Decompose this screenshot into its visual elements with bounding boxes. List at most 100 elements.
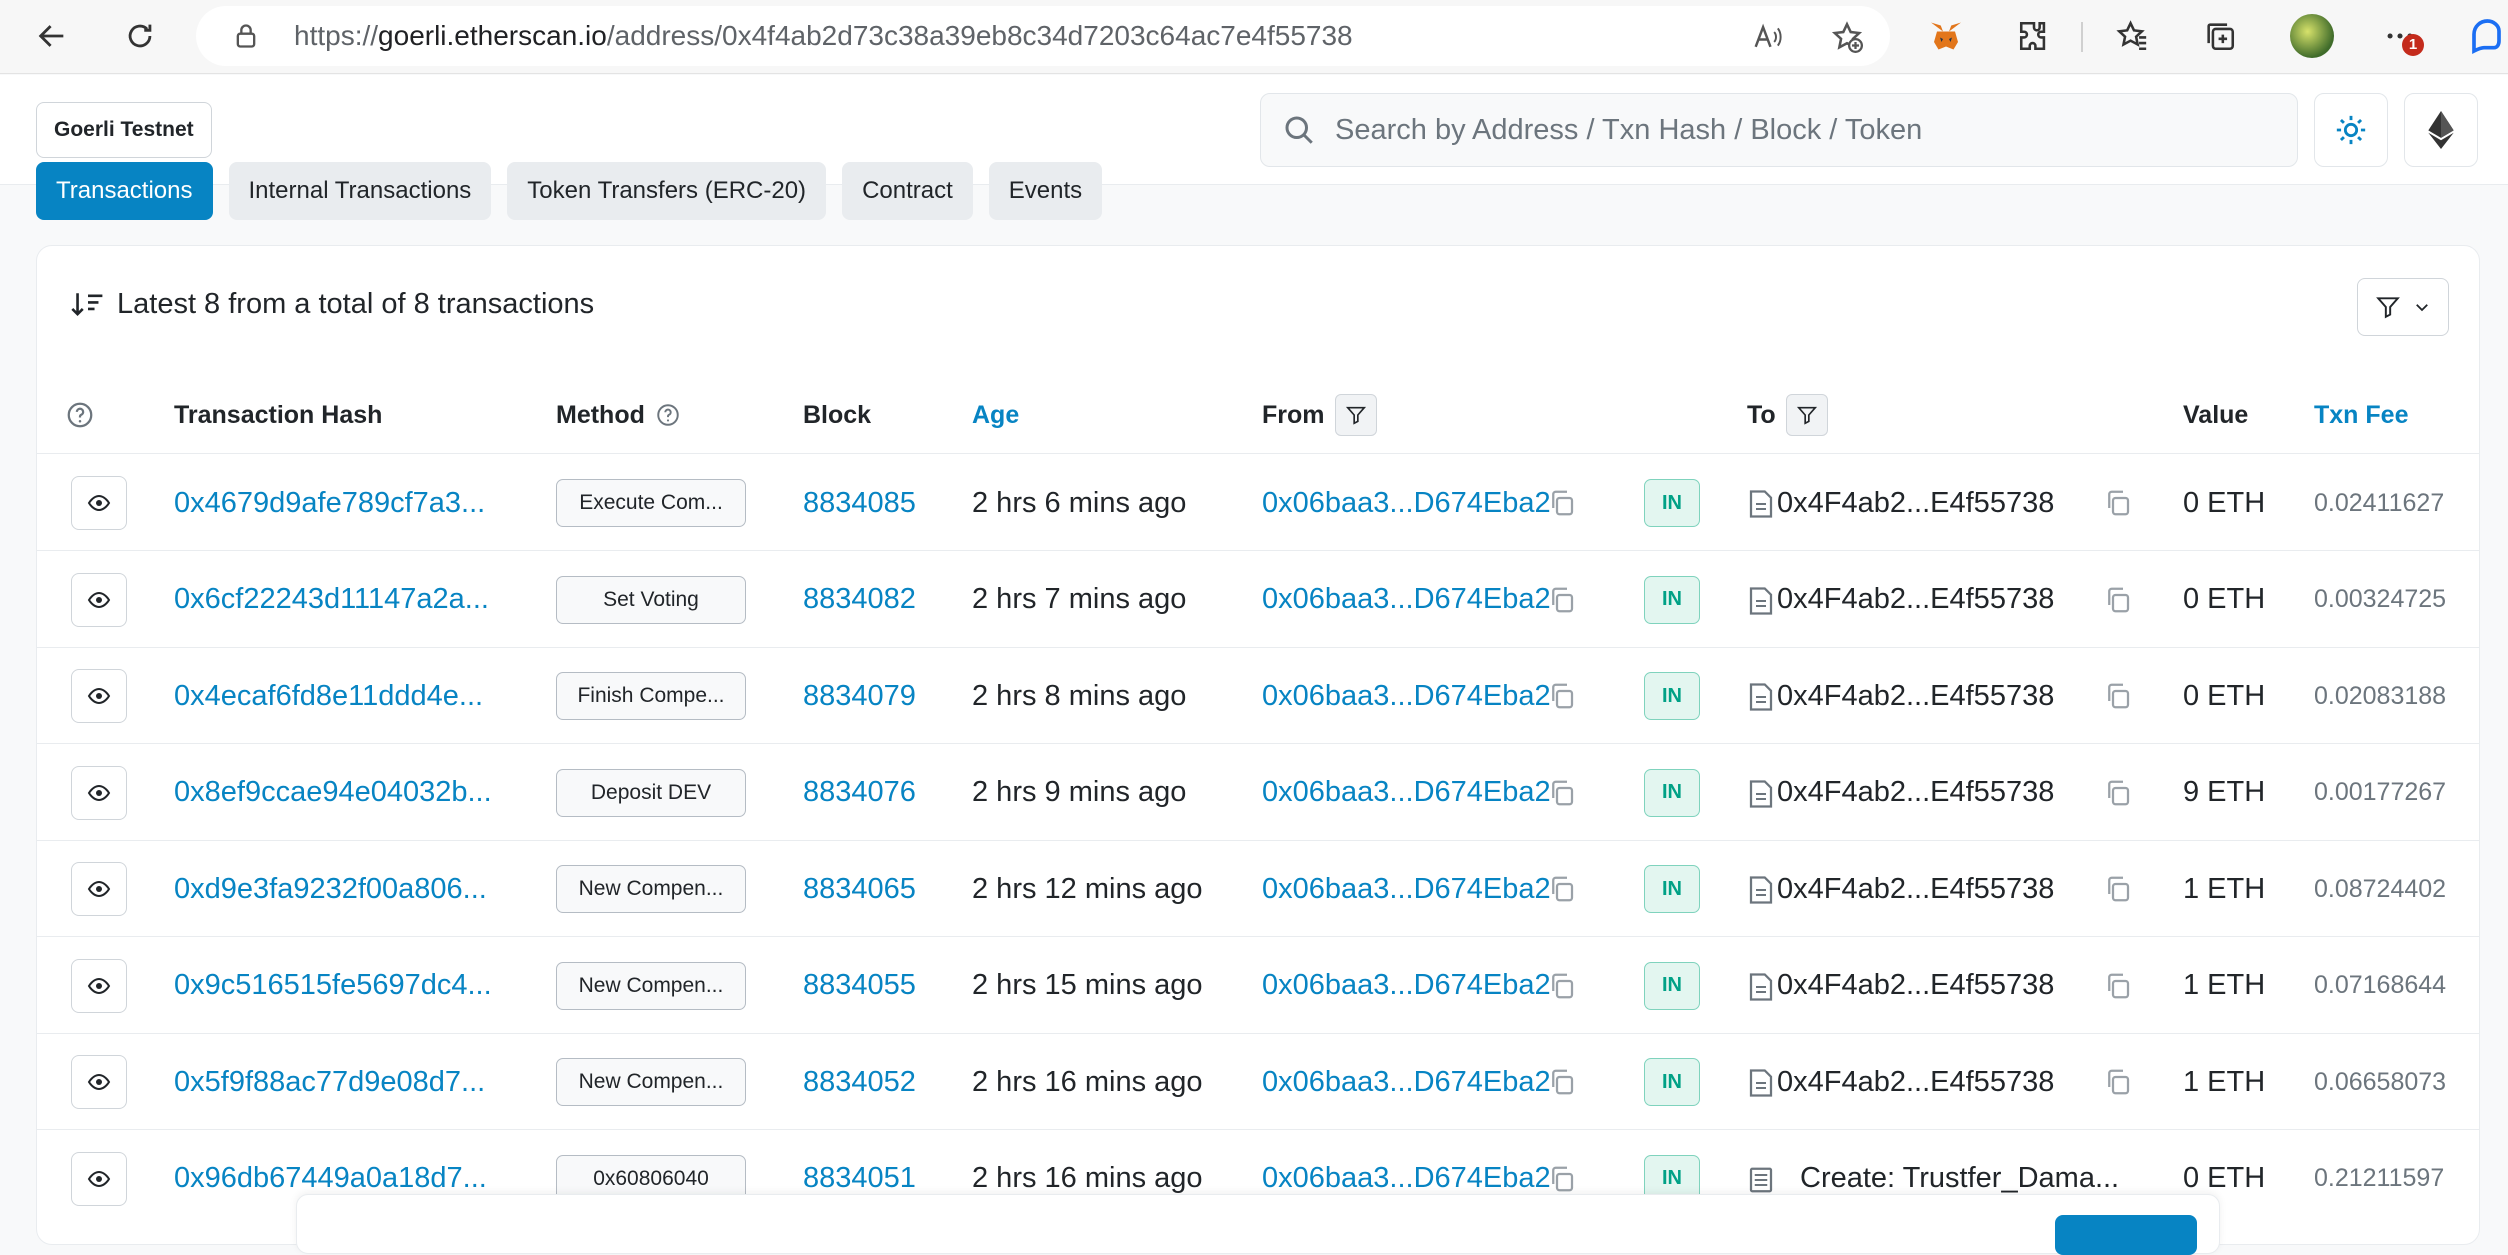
sort-icon: [71, 292, 103, 316]
to-address[interactable]: 0x4F4ab2...E4f55738: [1777, 841, 2054, 937]
from-address-link[interactable]: 0x06baa3...D674Eba2: [1262, 1034, 1551, 1130]
transaction-age: 2 hrs 6 mins ago: [972, 486, 1187, 519]
search-icon: [1285, 116, 1313, 144]
view-details-button[interactable]: [71, 476, 127, 530]
extensions-icon[interactable]: [2006, 10, 2062, 62]
transaction-hash-link[interactable]: 0xd9e3fa9232f00a806...: [174, 841, 487, 937]
ethereum-network-button[interactable]: [2404, 93, 2478, 167]
collections-icon[interactable]: [2192, 10, 2248, 62]
direction-badge: IN: [1644, 1058, 1700, 1106]
tab-contract[interactable]: Contract: [842, 162, 973, 220]
eye-icon: [87, 687, 111, 705]
read-aloud-icon[interactable]: [1752, 22, 1784, 52]
tab-events[interactable]: Events: [988, 162, 1103, 220]
table-row: 0x4679d9afe789cf7a3... Execute Com... 88…: [37, 455, 2479, 551]
copy-icon[interactable]: [1547, 971, 1577, 1001]
copy-icon[interactable]: [2103, 778, 2133, 808]
back-button[interactable]: [24, 10, 80, 62]
block-number-link[interactable]: 8834079: [803, 648, 916, 744]
copy-icon[interactable]: [2103, 488, 2133, 518]
reload-button[interactable]: [112, 10, 168, 62]
transaction-hash-link[interactable]: 0x5f9f88ac77d9e08d7...: [174, 1034, 485, 1130]
tab-token-transfers[interactable]: Token Transfers (ERC-20): [507, 162, 827, 220]
chevron-down-icon: [2416, 304, 2428, 312]
transaction-age: 2 hrs 16 mins ago: [972, 1065, 1203, 1098]
view-details-button[interactable]: [71, 1151, 127, 1206]
eye-icon: [87, 591, 111, 608]
copy-icon[interactable]: [1547, 778, 1577, 808]
from-address-link[interactable]: 0x06baa3...D674Eba2: [1262, 841, 1551, 937]
from-address-link[interactable]: 0x06baa3...D674Eba2: [1262, 455, 1551, 551]
copy-icon[interactable]: [1547, 874, 1577, 904]
tab-transactions[interactable]: Transactions: [36, 162, 213, 220]
view-details-button[interactable]: [71, 572, 127, 627]
copy-icon[interactable]: [2103, 874, 2133, 904]
to-address[interactable]: 0x4F4ab2...E4f55738: [1777, 648, 2054, 744]
direction-badge: IN: [1644, 672, 1700, 720]
from-filter-button[interactable]: [1334, 394, 1377, 436]
transaction-hash-link[interactable]: 0x9c516515fe5697dc4...: [174, 938, 492, 1034]
ethereum-icon: [2428, 111, 2454, 149]
block-number-link[interactable]: 8834065: [803, 841, 916, 937]
from-address-link[interactable]: 0x06baa3...D674Eba2: [1262, 552, 1551, 648]
transaction-hash-link[interactable]: 0x4ecaf6fd8e11ddd4e...: [174, 648, 483, 744]
copy-icon[interactable]: [2103, 585, 2133, 615]
transaction-hash-link[interactable]: 0x8ef9ccae94e04032b...: [174, 745, 492, 841]
view-details-button[interactable]: [71, 958, 127, 1013]
block-number-link[interactable]: 8834055: [803, 938, 916, 1034]
from-address-link[interactable]: 0x06baa3...D674Eba2: [1262, 648, 1551, 744]
transactions-summary: Latest 8 from a total of 8 transactions: [71, 288, 594, 321]
contract-file-icon: [1749, 876, 1773, 904]
network-selector[interactable]: Goerli Testnet: [36, 102, 212, 158]
copy-icon[interactable]: [1547, 681, 1577, 711]
more-menu-icon[interactable]: 1: [2372, 10, 2428, 62]
to-filter-button[interactable]: [1785, 394, 1828, 436]
favorites-icon[interactable]: [2104, 10, 2160, 62]
copy-icon[interactable]: [2103, 681, 2133, 711]
contract-file-icon: [1749, 586, 1773, 615]
eye-icon: [87, 880, 111, 898]
copy-icon[interactable]: [1547, 1067, 1577, 1097]
copy-icon[interactable]: [1547, 585, 1577, 615]
metamask-extension-icon[interactable]: [1918, 10, 1974, 62]
direction-badge: IN: [1644, 575, 1700, 624]
from-address-link[interactable]: 0x06baa3...D674Eba2: [1262, 745, 1551, 841]
column-header-age[interactable]: Age: [972, 376, 1019, 454]
view-details-button[interactable]: [71, 862, 127, 916]
block-number-link[interactable]: 8834076: [803, 745, 916, 841]
copilot-icon[interactable]: [2460, 10, 2508, 62]
add-favorite-icon[interactable]: [1830, 20, 1864, 54]
view-details-button[interactable]: [71, 765, 127, 820]
from-address-link[interactable]: 0x06baa3...D674Eba2: [1262, 938, 1551, 1034]
direction-badge: IN: [1644, 961, 1700, 1010]
direction-badge: IN: [1644, 865, 1700, 913]
info-help-icon[interactable]: [65, 376, 95, 454]
view-details-button[interactable]: [71, 1055, 127, 1109]
tab-internal-transactions[interactable]: Internal Transactions: [228, 162, 492, 220]
copy-icon[interactable]: [1547, 488, 1577, 518]
copy-icon[interactable]: [2103, 971, 2133, 1001]
to-address[interactable]: 0x4F4ab2...E4f55738: [1777, 938, 2054, 1034]
to-address[interactable]: 0x4F4ab2...E4f55738: [1777, 552, 2054, 648]
theme-toggle-button[interactable]: [2314, 93, 2388, 167]
address-bar[interactable]: https://goerli.etherscan.io/address/0x4f…: [196, 6, 1890, 66]
to-address[interactable]: 0x4F4ab2...E4f55738: [1777, 1034, 2054, 1130]
column-header-fee[interactable]: Txn Fee: [2314, 376, 2408, 454]
block-number-link[interactable]: 8834052: [803, 1034, 916, 1130]
profile-avatar[interactable]: [2284, 10, 2340, 62]
view-details-button[interactable]: [71, 669, 127, 723]
copy-icon[interactable]: [1547, 1164, 1577, 1194]
banner-action-button[interactable]: [2055, 1215, 2197, 1255]
to-address[interactable]: 0x4F4ab2...E4f55738: [1777, 745, 2054, 841]
block-number-link[interactable]: 8834082: [803, 552, 916, 648]
copy-icon[interactable]: [2103, 1067, 2133, 1097]
block-number-link[interactable]: 8834085: [803, 455, 916, 551]
search-input[interactable]: [1335, 94, 2275, 166]
filter-dropdown-button[interactable]: [2357, 278, 2449, 336]
eye-icon: [87, 784, 111, 801]
transaction-hash-link[interactable]: 0x4679d9afe789cf7a3...: [174, 455, 485, 551]
method-help-icon[interactable]: [655, 402, 681, 428]
contract-file-icon: [1749, 972, 1773, 1001]
transaction-hash-link[interactable]: 0x6cf22243d11147a2a...: [174, 552, 489, 648]
to-address[interactable]: 0x4F4ab2...E4f55738: [1777, 455, 2054, 551]
